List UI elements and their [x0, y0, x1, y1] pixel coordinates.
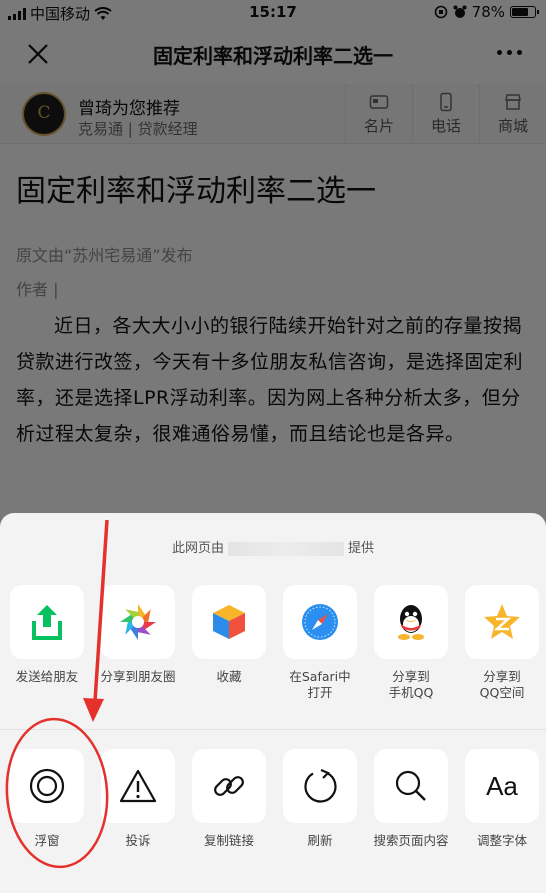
moments-label: 分享到朋友圈: [100, 669, 176, 684]
complain-button[interactable]: 投诉: [93, 749, 183, 849]
font-size-icon: Aa: [486, 770, 518, 801]
send-to-friend-label: 发送给朋友: [15, 669, 79, 684]
floating-window-label: 浮窗: [34, 833, 60, 848]
favorite-label: 收藏: [216, 669, 242, 684]
favorite-icon: [213, 605, 245, 639]
floating-window-button[interactable]: 浮窗: [2, 749, 92, 849]
share-to-qzone-label: 分享到 QQ空间: [479, 669, 525, 700]
adjust-font-label: 调整字体: [476, 833, 527, 848]
qzone-icon: [484, 604, 520, 639]
share-to-qzone-button[interactable]: 分享到 QQ空间: [457, 585, 546, 701]
moments-button[interactable]: 分享到朋友圈: [93, 585, 183, 685]
qq-icon: [398, 605, 424, 640]
share-to-qq-label: 分享到 手机QQ: [388, 669, 434, 700]
link-icon: [214, 776, 244, 796]
sheet-divider: [0, 729, 546, 730]
refresh-label: 刷新: [307, 833, 333, 848]
open-in-safari-button[interactable]: 在Safari中 打开: [275, 585, 365, 701]
warning-icon: [119, 769, 157, 803]
refresh-button[interactable]: 刷新: [275, 749, 365, 849]
copy-link-label: 复制链接: [203, 833, 254, 848]
refresh-icon: [304, 768, 337, 803]
blurred-provider: [228, 541, 344, 556]
safari-icon: [302, 604, 338, 640]
send-to-friend-button[interactable]: 发送给朋友: [2, 585, 92, 685]
moments-icon: [120, 604, 156, 640]
provided-by: 此网页由 提供: [0, 537, 546, 556]
open-in-safari-label: 在Safari中 打开: [289, 669, 351, 700]
search-page-label: 搜索页面内容: [373, 833, 449, 848]
provided-suffix: 提供: [348, 541, 375, 556]
complain-label: 投诉: [125, 833, 151, 848]
share-to-qq-button[interactable]: 分享到 手机QQ: [366, 585, 456, 701]
floating-window-icon: [29, 768, 65, 804]
adjust-font-button[interactable]: Aa 调整字体: [457, 749, 546, 849]
provided-prefix: 此网页由: [171, 541, 224, 556]
search-icon: [395, 770, 426, 801]
favorite-button[interactable]: 收藏: [184, 585, 274, 685]
search-page-button[interactable]: 搜索页面内容: [366, 749, 456, 849]
action-sheet: 此网页由 提供 发送给朋友 分享到朋友圈 收藏 在Safari中 打开 分享到 …: [0, 513, 546, 893]
copy-link-button[interactable]: 复制链接: [184, 749, 274, 849]
send-to-friend-icon: [32, 605, 62, 640]
